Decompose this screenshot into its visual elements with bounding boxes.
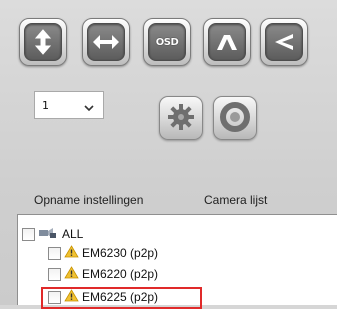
gear-icon: [166, 102, 196, 135]
app-panel: OSD 1 Opname instellingen Camera lijst A…: [0, 0, 337, 309]
tree-item[interactable]: EM6230 (p2p): [48, 244, 158, 262]
ring-icon: [219, 101, 251, 136]
tree-item-label: EM6220 (p2p): [82, 267, 159, 281]
gear-button[interactable]: [159, 96, 203, 140]
angle-left-icon: [265, 23, 303, 61]
vertical-arrows-icon: [24, 23, 62, 61]
select-value: 1: [42, 99, 49, 112]
record-button[interactable]: [213, 96, 257, 140]
camera-list-label[interactable]: Camera lijst: [204, 193, 267, 207]
back-arrow-button[interactable]: [260, 18, 308, 66]
warning-icon: [64, 245, 79, 261]
channel-select[interactable]: 1: [34, 91, 104, 119]
tree-root-row[interactable]: ALL: [22, 225, 83, 243]
tree-root-label: ALL: [62, 227, 84, 241]
chevron-down-icon: [84, 101, 94, 115]
item-checkbox[interactable]: [48, 246, 61, 260]
tree-item[interactable]: EM6220 (p2p): [48, 265, 158, 283]
vertical-flip-button[interactable]: [19, 18, 67, 66]
tree-item-label: EM6230 (p2p): [82, 246, 159, 260]
selection-highlight: [41, 287, 202, 309]
caret-up-icon: [208, 23, 246, 61]
item-checkbox[interactable]: [48, 267, 61, 281]
warning-icon: [64, 266, 79, 282]
camera-group-icon: [38, 227, 58, 242]
osd-label: OSD: [155, 36, 179, 48]
opname-instellingen-label[interactable]: Opname instellingen: [34, 193, 143, 207]
osd-button[interactable]: OSD: [143, 18, 191, 66]
mountain-pattern-button[interactable]: [203, 18, 251, 66]
root-checkbox[interactable]: [22, 227, 35, 241]
horizontal-flip-button[interactable]: [82, 18, 130, 66]
horizontal-arrows-icon: [87, 23, 125, 61]
osd-icon: OSD: [148, 23, 186, 61]
